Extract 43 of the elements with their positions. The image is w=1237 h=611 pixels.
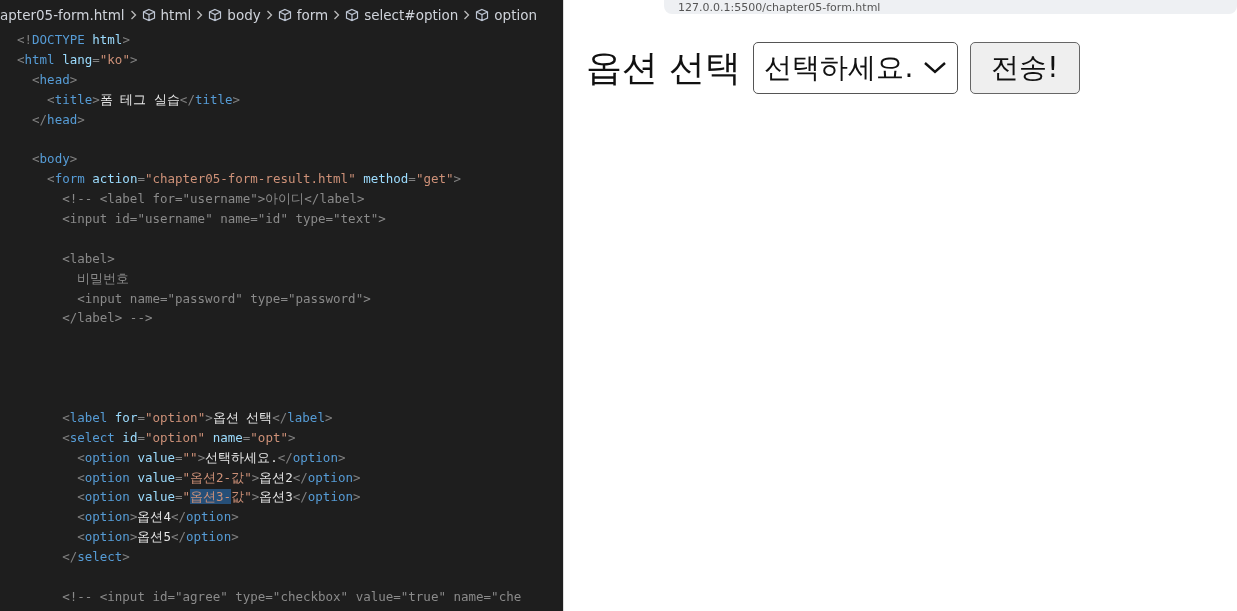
code-line: <option value="">선택하세요.</option> xyxy=(77,448,347,467)
cube-icon xyxy=(345,8,360,22)
code-line: <label> xyxy=(62,249,116,268)
code-line: <input name="password" type="password"> xyxy=(77,289,372,308)
code-line: <input id="username" name="id" type="text"> xyxy=(62,210,387,228)
code-line: <option>옵션5</option> xyxy=(77,528,240,547)
chevron-right-icon xyxy=(265,10,273,20)
code-line: <head> xyxy=(32,70,79,89)
breadcrumb-item[interactable]: form xyxy=(296,7,329,23)
cube-icon xyxy=(141,8,156,22)
chevron-right-icon xyxy=(333,10,341,20)
code-line: <html lang="ko"> xyxy=(17,50,139,69)
cube-icon xyxy=(475,8,490,22)
code-line: <form action="chapter05-form-result.html" method="get"> xyxy=(47,170,463,189)
code-line: 비밀번호 xyxy=(77,269,131,288)
breadcrumb-item[interactable]: body xyxy=(227,7,261,23)
code-line: <!DOCTYPE html> xyxy=(17,31,131,49)
cube-icon xyxy=(277,8,292,22)
option-label: 옵션 선택 xyxy=(586,45,742,90)
breadcrumb-item[interactable]: html xyxy=(160,7,192,23)
chevron-right-icon xyxy=(463,10,471,20)
submit-button[interactable]: 전송! xyxy=(970,42,1080,94)
breadcrumb-item[interactable]: option xyxy=(494,7,538,23)
code-line: <option>옵션4</option> xyxy=(77,508,240,527)
option-select[interactable]: 선택하세요. xyxy=(753,42,959,94)
address-bar[interactable]: 127.0.0.1:5500/chapter05-form.html xyxy=(664,0,1237,14)
cube-icon xyxy=(208,8,223,22)
breadcrumb-item[interactable]: select#option xyxy=(364,7,459,23)
code-line: </select> xyxy=(62,548,131,567)
chevron-right-icon xyxy=(129,10,137,20)
code-line: </label> --> xyxy=(62,309,154,328)
code-line: </head> xyxy=(32,110,86,129)
chevron-right-icon xyxy=(196,10,204,20)
code-line: <body> xyxy=(32,150,79,169)
code-line: <!-- <label for="username">아이디</label> xyxy=(62,190,366,209)
code-line: <option value="옵션2-값">옵션2</option> xyxy=(77,468,362,487)
code-line: <label for="option">옵션 선택</label> xyxy=(62,408,334,427)
code-line: <select id="option" name="opt"> xyxy=(62,428,297,447)
code-line: <!-- <input id="agree" type="checkbox" value="true" name="che xyxy=(62,587,523,606)
chevron-down-icon xyxy=(923,61,948,75)
code-line: <option value="옵션3-값">옵션3</option> xyxy=(77,488,362,507)
code-line: <title>폼 테그 실습</title> xyxy=(47,90,242,109)
breadcrumb-item[interactable]: apter05-form.html xyxy=(0,7,125,23)
